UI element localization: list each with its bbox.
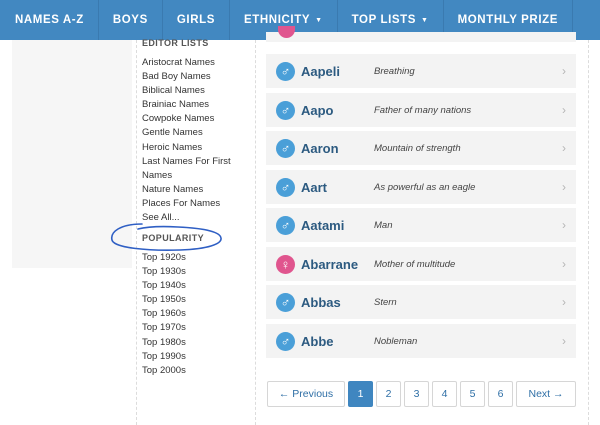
chevron-right-icon: › <box>562 218 566 232</box>
name-meaning: As powerful as an eagle <box>374 181 476 193</box>
page: NAMES A-Z BOYS GIRLS ETHNICITY ▼ TOP LIST… <box>0 0 600 425</box>
page-button-current[interactable]: 1 <box>348 381 373 407</box>
name-text[interactable]: Abbas <box>301 295 374 310</box>
name-row[interactable]: ♂ Abbas Stern › <box>266 285 576 319</box>
sidebar-link[interactable]: Top 1960s <box>142 307 186 321</box>
sidebar-link[interactable]: Top 2000s <box>142 364 186 378</box>
male-symbol-icon: ♂ <box>276 292 295 312</box>
sidebar-link[interactable]: Biblical Names <box>142 84 260 98</box>
name-meaning: Mountain of strength <box>374 142 461 154</box>
list-item-partial <box>266 26 576 42</box>
male-symbol-icon: ♂ <box>276 61 295 81</box>
name-row[interactable]: ♂ Aaron Mountain of strength › <box>266 131 576 165</box>
name-meaning: Stern <box>374 296 397 308</box>
sidebar-link[interactable]: Top 1990s <box>142 350 186 364</box>
popularity-heading: POPULARITY <box>142 233 205 243</box>
chevron-right-icon: › <box>562 257 566 271</box>
name-row[interactable]: ♂ Aapeli Breathing › <box>266 54 576 88</box>
see-all-link[interactable]: See All... <box>142 211 260 225</box>
nav-label: TOP LISTS <box>351 14 417 26</box>
name-row[interactable]: ♂ Aapo Father of many nations › <box>266 93 576 127</box>
sidebar-link[interactable]: Bad Boy Names <box>142 70 260 84</box>
male-symbol-icon: ♂ <box>276 331 295 351</box>
next-page-button[interactable]: Next → <box>516 381 576 407</box>
nav-label: ETHNICITY <box>244 14 311 26</box>
nav-label: GIRLS <box>176 14 215 26</box>
sidebar-link[interactable]: Cowpoke Names <box>142 112 260 126</box>
male-symbol-icon: ♂ <box>276 138 295 158</box>
sidebar-link[interactable]: Heroic Names <box>142 141 260 155</box>
name-row[interactable]: ♂ Aart As powerful as an eagle › <box>266 170 576 204</box>
sidebar-link[interactable]: Brainiac Names <box>142 98 260 112</box>
chevron-right-icon: › <box>562 141 566 155</box>
name-meaning: Breathing <box>374 65 415 77</box>
page-button[interactable]: 3 <box>404 381 429 407</box>
page-button[interactable]: 6 <box>488 381 513 407</box>
sidebar-link[interactable]: Nature Names <box>142 183 260 197</box>
chevron-right-icon: › <box>562 295 566 309</box>
sidebar-link[interactable]: Top 1970s <box>142 321 186 335</box>
name-text[interactable]: Abarrane <box>301 257 374 272</box>
sidebar-link[interactable]: Top 1940s <box>142 279 186 293</box>
previous-page-button[interactable]: ← Previous <box>267 381 345 407</box>
chevron-right-icon: › <box>562 64 566 78</box>
name-meaning: Mother of multitude <box>374 258 456 270</box>
sidebar-link[interactable]: Gentle Names <box>142 126 260 140</box>
pagination: ← Previous 1 2 3 4 5 6 Next → <box>267 381 579 407</box>
sidebar-link[interactable]: Places For Names <box>142 197 260 211</box>
divider <box>136 40 137 425</box>
name-meaning: Nobleman <box>374 335 418 347</box>
sidebar-link[interactable]: Top 1930s <box>142 265 186 279</box>
name-text[interactable]: Aapo <box>301 103 374 118</box>
female-symbol-icon: ♀ <box>276 254 295 274</box>
name-text[interactable]: Aapeli <box>301 64 374 79</box>
nav-label: MONTHLY PRIZE <box>457 14 559 26</box>
chevron-right-icon: › <box>562 180 566 194</box>
male-symbol-icon: ♂ <box>276 215 295 235</box>
left-blank-panel <box>12 40 132 268</box>
name-text[interactable]: Abbe <box>301 334 374 349</box>
chevron-right-icon: › <box>562 103 566 117</box>
chevron-right-icon: › <box>562 334 566 348</box>
name-row[interactable]: ♂ Abbe Nobleman › <box>266 324 576 358</box>
caret-down-icon: ▼ <box>315 16 323 24</box>
caret-down-icon: ▼ <box>421 16 429 24</box>
sidebar-link[interactable]: Top 1920s <box>142 251 186 265</box>
page-button[interactable]: 4 <box>432 381 457 407</box>
page-button[interactable]: 2 <box>376 381 401 407</box>
popularity-lists: Top 1920s Top 1930s Top 1940s Top 1950s … <box>142 251 186 378</box>
divider <box>588 40 589 425</box>
female-symbol-icon <box>278 26 295 38</box>
nav-label: NAMES A-Z <box>15 14 84 26</box>
name-text[interactable]: Aart <box>301 180 374 195</box>
name-row[interactable]: ♀ Abarrane Mother of multitude › <box>266 247 576 281</box>
nav-girls[interactable]: GIRLS <box>163 0 230 40</box>
name-meaning: Man <box>374 219 393 231</box>
name-row[interactable]: ♂ Aatami Man › <box>266 208 576 242</box>
name-meaning: Father of many nations <box>374 104 472 116</box>
editor-lists: Aristocrat Names Bad Boy Names Biblical … <box>142 56 260 225</box>
sidebar-link[interactable]: Top 1950s <box>142 293 186 307</box>
nav-names-a-z[interactable]: NAMES A-Z <box>0 0 99 40</box>
sidebar-link[interactable]: Last Names For First Names <box>142 155 260 183</box>
sidebar-link[interactable]: Aristocrat Names <box>142 56 260 70</box>
nav-boys[interactable]: BOYS <box>99 0 163 40</box>
name-text[interactable]: Aatami <box>301 218 374 233</box>
male-symbol-icon: ♂ <box>276 177 295 197</box>
name-text[interactable]: Aaron <box>301 141 374 156</box>
sidebar-link[interactable]: Top 1980s <box>142 336 186 350</box>
male-symbol-icon: ♂ <box>276 100 295 120</box>
page-button[interactable]: 5 <box>460 381 485 407</box>
editor-lists-heading: EDITOR LISTS <box>142 38 209 48</box>
nav-label: BOYS <box>112 14 148 26</box>
